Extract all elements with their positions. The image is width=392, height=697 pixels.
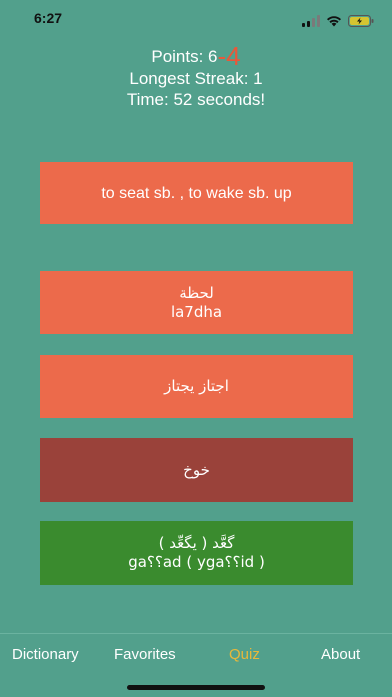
status-time: 6:27 [34,10,63,26]
battery-charging-icon [348,12,374,27]
tab-quiz[interactable]: Quiz [229,646,260,663]
option-latin: ga؟؟ad ( yga؟؟id ) [128,553,265,571]
tab-favorites[interactable]: Favorites [114,646,176,663]
points-label: Points: 6 [151,47,218,66]
answer-option-3-wrong[interactable]: خوخ [40,438,353,502]
home-indicator[interactable] [127,685,265,690]
option-arabic: اجتاز يجتاز [164,377,229,395]
status-icons [302,12,374,27]
longest-streak: Longest Streak: 1 [129,69,263,88]
question-text: to seat sb. , to wake sb. up [101,184,292,202]
points-display: Points: 6-4 [0,38,392,71]
answer-option-4-correct[interactable]: گعَّد ( يگعِّد ) ga؟؟ad ( yga؟؟id ) [40,521,353,585]
option-arabic: خوخ [183,460,210,479]
wifi-icon [326,12,342,27]
signal-icon [302,12,320,27]
answer-option-2[interactable]: اجتاز يجتاز [40,355,353,418]
tab-dictionary[interactable]: Dictionary [12,646,79,663]
option-latin: la7dha [170,302,223,321]
elapsed-time: Time: 52 seconds! [126,90,266,109]
tab-about[interactable]: About [321,646,360,663]
status-bar: 6:27 [0,0,392,36]
answer-option-1[interactable]: لحظة la7dha [40,271,353,334]
option-arabic: لحظة [179,283,214,302]
points-delta: -4 [217,41,241,71]
option-arabic: گعَّد ( يگعِّد ) [158,534,235,552]
question-prompt: to seat sb. , to wake sb. up [40,162,353,224]
